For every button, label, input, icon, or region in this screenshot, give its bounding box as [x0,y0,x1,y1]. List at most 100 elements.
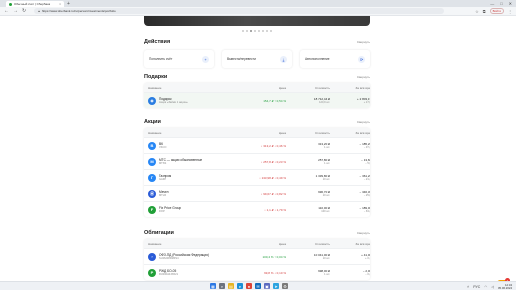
address-bar[interactable]: 🔒︎ https://www.sberbank.ru/ru/person/inv… [34,8,445,14]
reload-icon[interactable]: ↻ [22,7,26,16]
language-indicator[interactable]: РУС [473,285,480,289]
asset-total-cell: + 2 803,19 ₽+ 17,6 % [330,97,370,104]
table-row[interactable]: Г Газпром GAZP ↓ 133,98 ₽ ↓ 0,49 % 1 339,80 … [144,169,370,185]
close-window-button[interactable]: ✕ [509,0,512,7]
asset-price: 100,4 % ↑ 0,04 % [262,254,286,259]
asset-name-cell: Г Газпром GAZP [148,173,244,182]
promo-banner[interactable] [144,16,370,26]
minimize-button[interactable]: — [490,0,494,7]
table-row[interactable]: М МТС — акции обыкновенные MTSS ↓ 257,8 ₽ ↓… [144,153,370,169]
column-header-total[interactable]: За всё время [330,86,371,90]
asset-ticker: RU000A0JXR21 [159,273,179,276]
carousel-dot[interactable] [242,30,244,32]
table-row[interactable]: › ОФЗ-ПД (Российская Федерация) SU26238RMF… [144,248,370,264]
section-title-gifts: Подарки [144,74,168,80]
asset-total-percent: − 63,2 % [363,210,370,213]
asset-total-percent: − 25,8 % [363,194,370,197]
column-header-name[interactable]: Название [148,242,244,246]
asset-total-percent: − 0,2 % [365,273,370,276]
action-card-topup[interactable]: Пополнить счёт + [144,50,214,68]
profile-button[interactable]: Войти [489,8,504,14]
forward-arrow-icon[interactable]: → [13,7,18,16]
asset-value-cell: 110,00 ₽100 шт. [286,206,330,213]
menu-icon[interactable]: ⋮ [508,9,512,14]
wifi-icon[interactable]: ◠ [484,285,487,289]
folder-icon[interactable]: ▤ [228,283,234,289]
section-title-stocks: Акции [144,119,161,125]
store-icon[interactable]: ▣ [264,283,270,289]
asset-names: Мечел MTLR [159,190,169,197]
asset-value-cell: 1 339,80 ₽10 шт. [286,174,330,181]
asset-total-cell: − 189,00 ₽− 63,2 % [330,206,370,213]
asset-names: МТС — акции обыкновенные MTSS [159,158,202,165]
carousel-dot[interactable] [258,30,260,32]
asset-quantity: 10 шт. [322,194,330,197]
download-icon: ⤓ [280,55,287,63]
edge-icon[interactable]: e [237,283,243,289]
collapse-stocks-link[interactable]: Свернуть [357,120,370,124]
settings-icon[interactable]: ⚙ [282,283,288,289]
section-title-actions: Действия [144,39,171,45]
column-header-name[interactable]: Название [148,86,244,90]
chevron-up-icon[interactable]: ˄ [467,285,469,289]
volume-icon[interactable]: ◁ [491,285,494,289]
collapse-bonds-link[interactable]: Свернуть [357,231,370,235]
extensions-icon[interactable]: ⧉ [483,9,486,14]
carousel-dot[interactable] [266,30,268,32]
stocks-table: НазваниеЦенаСтоимостьЗа всё время ВВКVKCO… [144,128,370,217]
asset-logo-icon: Р [148,268,156,277]
column-header-price[interactable]: Цена [244,131,286,135]
telegram-icon[interactable]: ➤ [273,283,279,289]
table-header: НазваниеЦенаСтоимостьЗа всё время [144,128,370,137]
carousel-dot[interactable] [254,30,256,32]
back-arrow-icon[interactable]: ← [4,7,9,16]
asset-logo-icon: ◉ [148,96,156,105]
action-card-withdraw[interactable]: Вывести/перевести ⤓ [222,50,292,68]
column-header-total[interactable]: За всё время [330,131,371,135]
table-row[interactable]: Ⓜ Мечел MTLR ↓ 99,67 ₽ ↓ 0,82 % 996,70 ₽10 ш… [144,185,370,201]
column-header-value[interactable]: Стоимость [286,86,330,90]
asset-quantity: 1 шт. [324,273,330,276]
bonds-section-header: Облигации Свернуть [144,230,370,236]
column-header-price[interactable]: Цена [244,86,286,90]
column-header-value[interactable]: Стоимость [286,131,330,135]
star-icon[interactable]: ☆ [475,9,479,14]
asset-name-cell: Ⓜ Мечел MTLR [148,189,244,198]
action-card-autotopup[interactable]: Автопополнение ⟳ [300,50,370,68]
carousel-dot[interactable] [250,30,252,32]
table-row[interactable]: В ВК VKCO ↓ 313,2 ₽ ↓ 0,46 % 313,20 ₽1 шт. − … [144,137,370,153]
collapse-actions-link[interactable]: Свернуть [357,40,370,44]
search-icon[interactable]: ⌕ [219,283,225,289]
carousel-dot[interactable] [262,30,264,32]
asset-quantity: 10 шт. [322,178,330,181]
sber-favicon-icon [9,2,12,6]
windows-start-icon[interactable]: ▦ [210,283,216,289]
asset-price: ↓ 1,1 ₽ ↓ 1,79 % [264,207,286,212]
maximize-button[interactable]: □ [500,0,502,7]
table-row[interactable]: F Fix Price Group FIXP ↓ 1,1 ₽ ↓ 1,79 % 110,… [144,201,370,217]
asset-total-cell: − 346,30 ₽− 25,8 % [330,190,370,197]
asset-names: Fix Price Group FIXP [159,206,181,213]
asset-quantity: 1 шт. [324,162,330,165]
clock-date: 05.06.2024 [498,285,512,290]
chrome-icon[interactable]: ● [246,283,252,289]
browser-tab-strip: Обычный счёт | Сбербанк × + — □ ✕ [0,0,516,7]
section-title-bonds: Облигации [144,230,174,236]
asset-ticker: MTSS [159,162,167,165]
table-row[interactable]: Р РЖД БО-05 RU000A0JXR21 99,8 % ↓ 0,10 % 998… [144,264,370,280]
collapse-gifts-link[interactable]: Свернуть [357,75,370,79]
asset-ticker: Акция «Займи 1 акцию» [159,101,188,104]
column-header-total[interactable]: За всё время [330,242,371,246]
column-header-price[interactable]: Цена [244,242,286,246]
carousel-dot[interactable] [246,30,248,32]
tab-close-icon[interactable]: × [59,2,61,6]
mail-icon[interactable]: ✉ [255,283,261,289]
column-header-value[interactable]: Стоимость [286,242,330,246]
browser-toolbar: ← → ↻ 🔒︎ https://www.sberbank.ru/ru/pers… [0,7,516,16]
asset-total-percent: − 21,2 % [363,178,370,181]
clock[interactable]: 12:34 05.06.2024 [498,283,512,290]
table-row[interactable]: ◉ Подарок Акция «Займи 1 акцию» 154,7 ₽ ↑ 0… [144,92,370,108]
column-header-name[interactable]: Название [148,131,244,135]
asset-names: РЖД БО-05 RU000A0JXR21 [159,269,178,276]
carousel-dot[interactable] [270,30,272,32]
